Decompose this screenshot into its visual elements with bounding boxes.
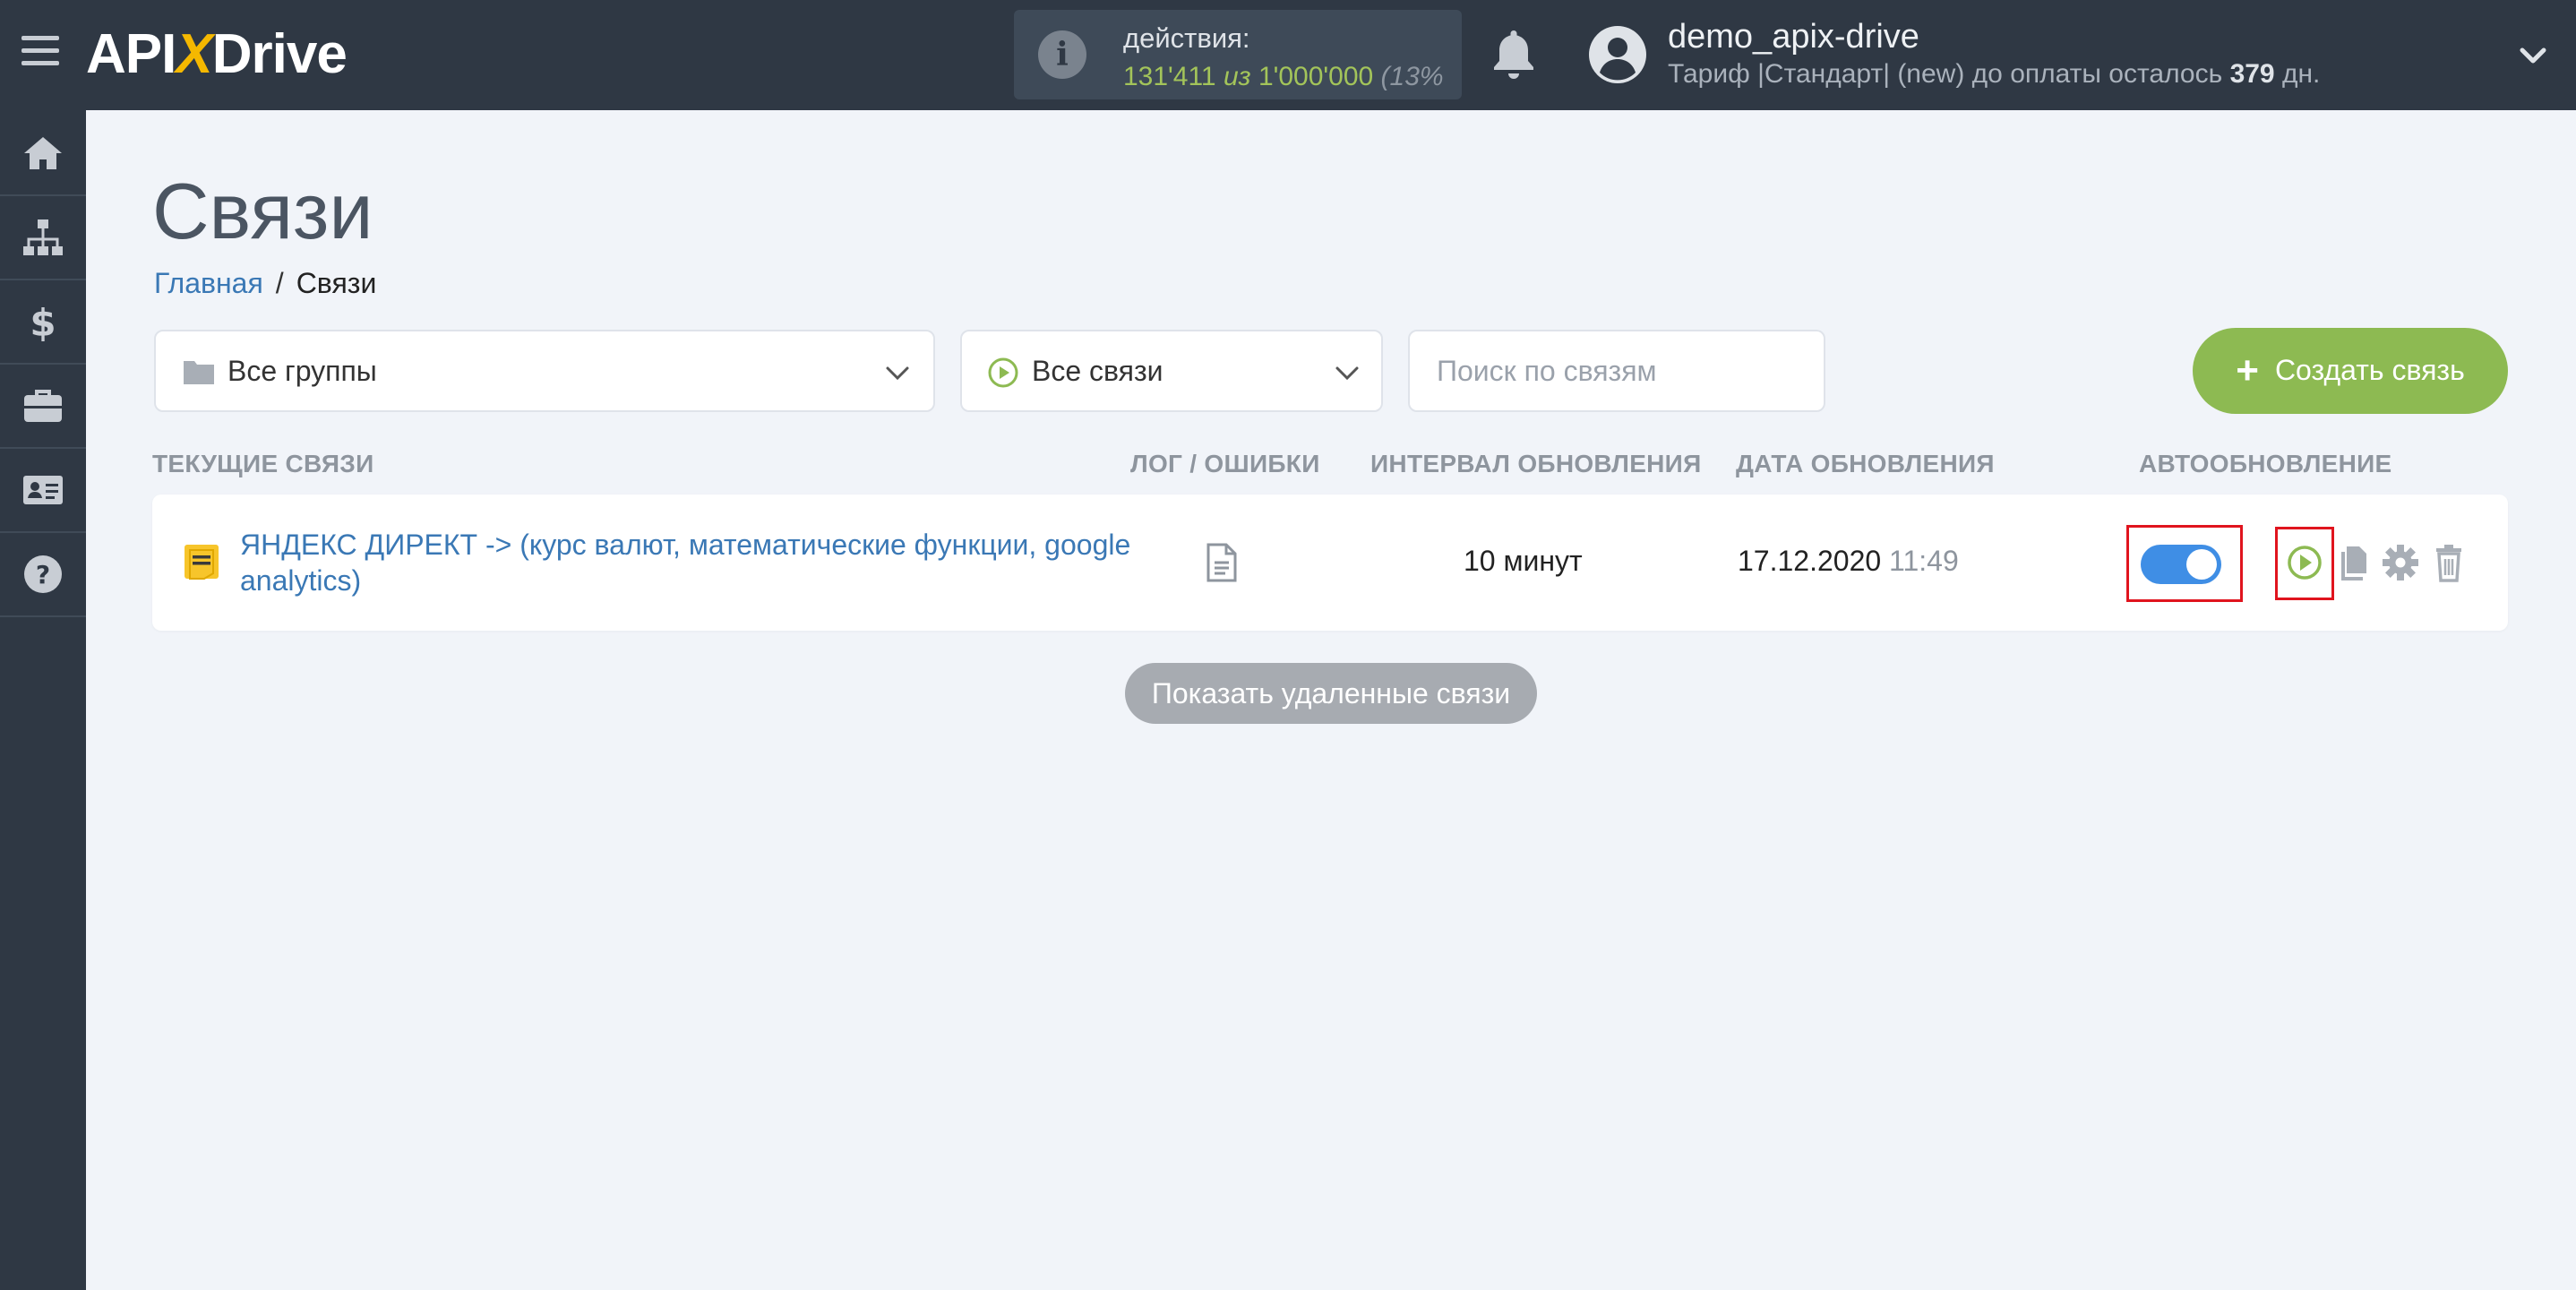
status-select[interactable]: Все связи — [960, 330, 1383, 412]
dollar-icon: $ — [30, 301, 56, 343]
play-circle-icon — [988, 357, 1018, 388]
col-header-log: ЛОГ / ОШИБКИ — [1130, 450, 1320, 477]
id-card-icon — [23, 476, 63, 504]
breadcrumb: Главная / Связи — [154, 267, 376, 300]
logo[interactable]: APIXDrive — [86, 23, 348, 86]
groups-select-value: Все группы — [228, 355, 377, 387]
sidebar-item-billing[interactable]: $ — [0, 280, 86, 365]
tariff-info: Тариф |Стандарт| (new) до оплаты осталос… — [1668, 59, 2321, 89]
update-interval: 10 минут — [1464, 545, 1583, 577]
folder-icon — [184, 361, 214, 384]
actions-label: действия: — [1123, 22, 1250, 54]
toggle-knob — [2186, 549, 2217, 580]
create-connection-button[interactable]: + Создать связь — [2193, 328, 2508, 414]
status-select-value: Все связи — [1032, 355, 1163, 387]
menu-icon[interactable] — [21, 36, 59, 72]
play-circle-icon[interactable] — [2285, 541, 2324, 584]
actions-counter: i действия: 131'411 из 1'000'000 (13% — [1014, 10, 1462, 99]
chevron-down-icon[interactable] — [2517, 39, 2549, 72]
connection-name-link[interactable]: ЯНДЕКС ДИРЕКТ -> (курс валют, математиче… — [240, 527, 1136, 598]
sidebar-item-connections[interactable] — [0, 196, 86, 280]
col-header-current: ТЕКУЩИЕ СВЯЗИ — [152, 450, 374, 477]
svg-text:?: ? — [36, 560, 50, 589]
col-header-autoupdate: АВТООБНОВЛЕНИЕ — [2139, 450, 2392, 477]
autoupdate-toggle[interactable] — [2141, 545, 2221, 584]
home-icon — [24, 137, 62, 169]
breadcrumb-current: Связи — [296, 267, 377, 299]
sidebar-item-home[interactable] — [0, 112, 86, 196]
update-date: 17.12.2020 11:49 — [1738, 545, 1959, 577]
breadcrumb-separator: / — [275, 267, 284, 299]
connection-icon — [185, 545, 219, 580]
help-icon: ? — [24, 555, 62, 593]
svg-text:$: $ — [30, 301, 56, 343]
chevron-down-icon — [886, 366, 909, 381]
show-deleted-button[interactable]: Показать удаленные связи — [1125, 663, 1537, 724]
table-row: ЯНДЕКС ДИРЕКТ -> (курс валют, математиче… — [152, 494, 2508, 631]
chevron-down-icon — [1335, 366, 1359, 381]
gear-icon[interactable] — [2381, 541, 2420, 584]
sidebar: $ ? — [0, 110, 86, 1290]
page-title: Связи — [152, 167, 374, 255]
briefcase-icon — [24, 390, 62, 422]
log-file-icon[interactable] — [1206, 543, 1238, 582]
info-icon: i — [1038, 30, 1086, 79]
copy-icon[interactable] — [2334, 541, 2374, 584]
sidebar-item-profile[interactable] — [0, 449, 86, 533]
actions-count: 131'411 из 1'000'000 (13% — [1123, 62, 1444, 91]
top-bar: APIXDrive i действия: 131'411 из 1'000'0… — [0, 0, 2576, 110]
username[interactable]: demo_apix-drive — [1668, 18, 1919, 56]
avatar[interactable] — [1587, 24, 1648, 85]
sidebar-item-help[interactable]: ? — [0, 533, 86, 617]
plus-icon: + — [2236, 348, 2259, 392]
sitemap-icon — [23, 219, 63, 255]
search-input[interactable] — [1408, 330, 1825, 412]
breadcrumb-home-link[interactable]: Главная — [154, 267, 263, 299]
sidebar-item-services[interactable] — [0, 365, 86, 449]
col-header-date: ДАТА ОБНОВЛЕНИЯ — [1736, 450, 1995, 477]
col-header-interval: ИНТЕРВАЛ ОБНОВЛЕНИЯ — [1370, 450, 1702, 477]
bell-icon[interactable] — [1490, 27, 1537, 81]
groups-select[interactable]: Все группы — [154, 330, 935, 412]
trash-icon[interactable] — [2429, 541, 2469, 584]
create-connection-label: Создать связь — [2274, 354, 2465, 386]
